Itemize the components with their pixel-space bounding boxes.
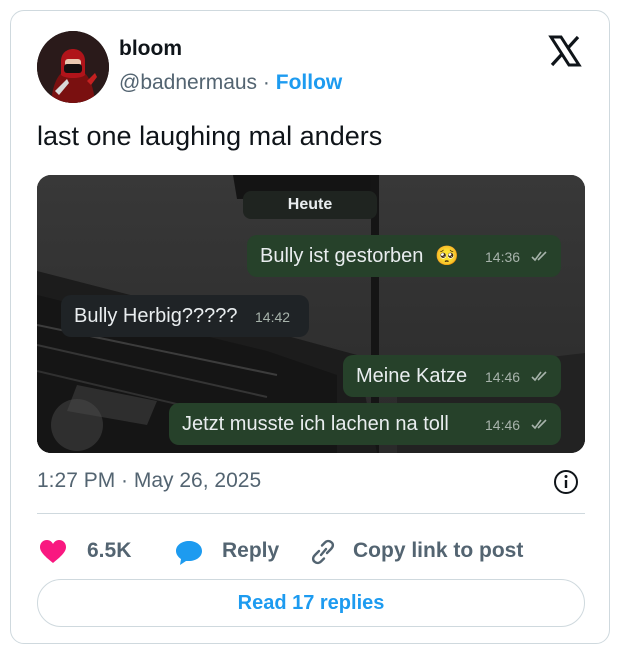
pleading-face-emoji: 🥺 [434, 246, 459, 267]
follow-button[interactable]: Follow [276, 71, 343, 94]
message-bubble: Meine Katze 14:46 [343, 355, 561, 397]
message-text: Jetzt musste ich lachen na toll [182, 413, 449, 435]
message-bubble: Bully Herbig????? 14:42 [61, 295, 309, 337]
reply-button[interactable]: Reply [222, 539, 279, 563]
divider [37, 513, 585, 514]
heart-icon[interactable] [39, 539, 67, 565]
message-bubble: Bully ist gestorben 🥺 14:36 [247, 235, 561, 277]
handle[interactable]: @badnermaus [119, 71, 257, 94]
message-text: Bully ist gestorben [260, 245, 424, 267]
read-replies-button[interactable]: Read 17 replies [37, 579, 585, 627]
display-name[interactable]: bloom [119, 37, 182, 61]
read-receipt-icon [531, 251, 547, 262]
read-receipt-icon [531, 419, 547, 430]
tweet-card: bloom @badnermaus · Follow last one laug… [10, 10, 610, 644]
message-text: Meine Katze [356, 365, 468, 387]
info-icon[interactable] [553, 469, 579, 495]
message-time: 14:42 [255, 309, 291, 325]
tweet-media[interactable]: Heute Bully ist gestorben 🥺 14:36 Bully … [37, 175, 585, 453]
message-bubble: Jetzt musste ich lachen na toll 14:46 [169, 403, 561, 445]
link-icon[interactable] [309, 539, 337, 565]
action-bar: 6.5K Reply Copy link to post [37, 527, 585, 571]
avatar-image [37, 31, 109, 103]
message-time: 14:36 [485, 249, 521, 265]
avatar[interactable] [37, 31, 109, 103]
read-receipt-icon [531, 371, 547, 382]
message-text: Bully Herbig????? [74, 305, 238, 327]
like-count[interactable]: 6.5K [87, 539, 131, 563]
message-time: 14:46 [485, 369, 521, 385]
reply-icon[interactable] [175, 539, 203, 565]
copy-link-button[interactable]: Copy link to post [353, 539, 523, 563]
x-logo-icon[interactable] [547, 33, 583, 69]
day-separator: Heute [243, 191, 377, 219]
tweet-text: last one laughing mal anders [37, 121, 383, 151]
handle-row: @badnermaus · Follow [119, 71, 342, 95]
tweet-timestamp[interactable]: 1:27 PM · May 26, 2025 [37, 469, 261, 493]
handle-separator: · [262, 71, 270, 94]
message-time: 14:46 [485, 417, 521, 433]
